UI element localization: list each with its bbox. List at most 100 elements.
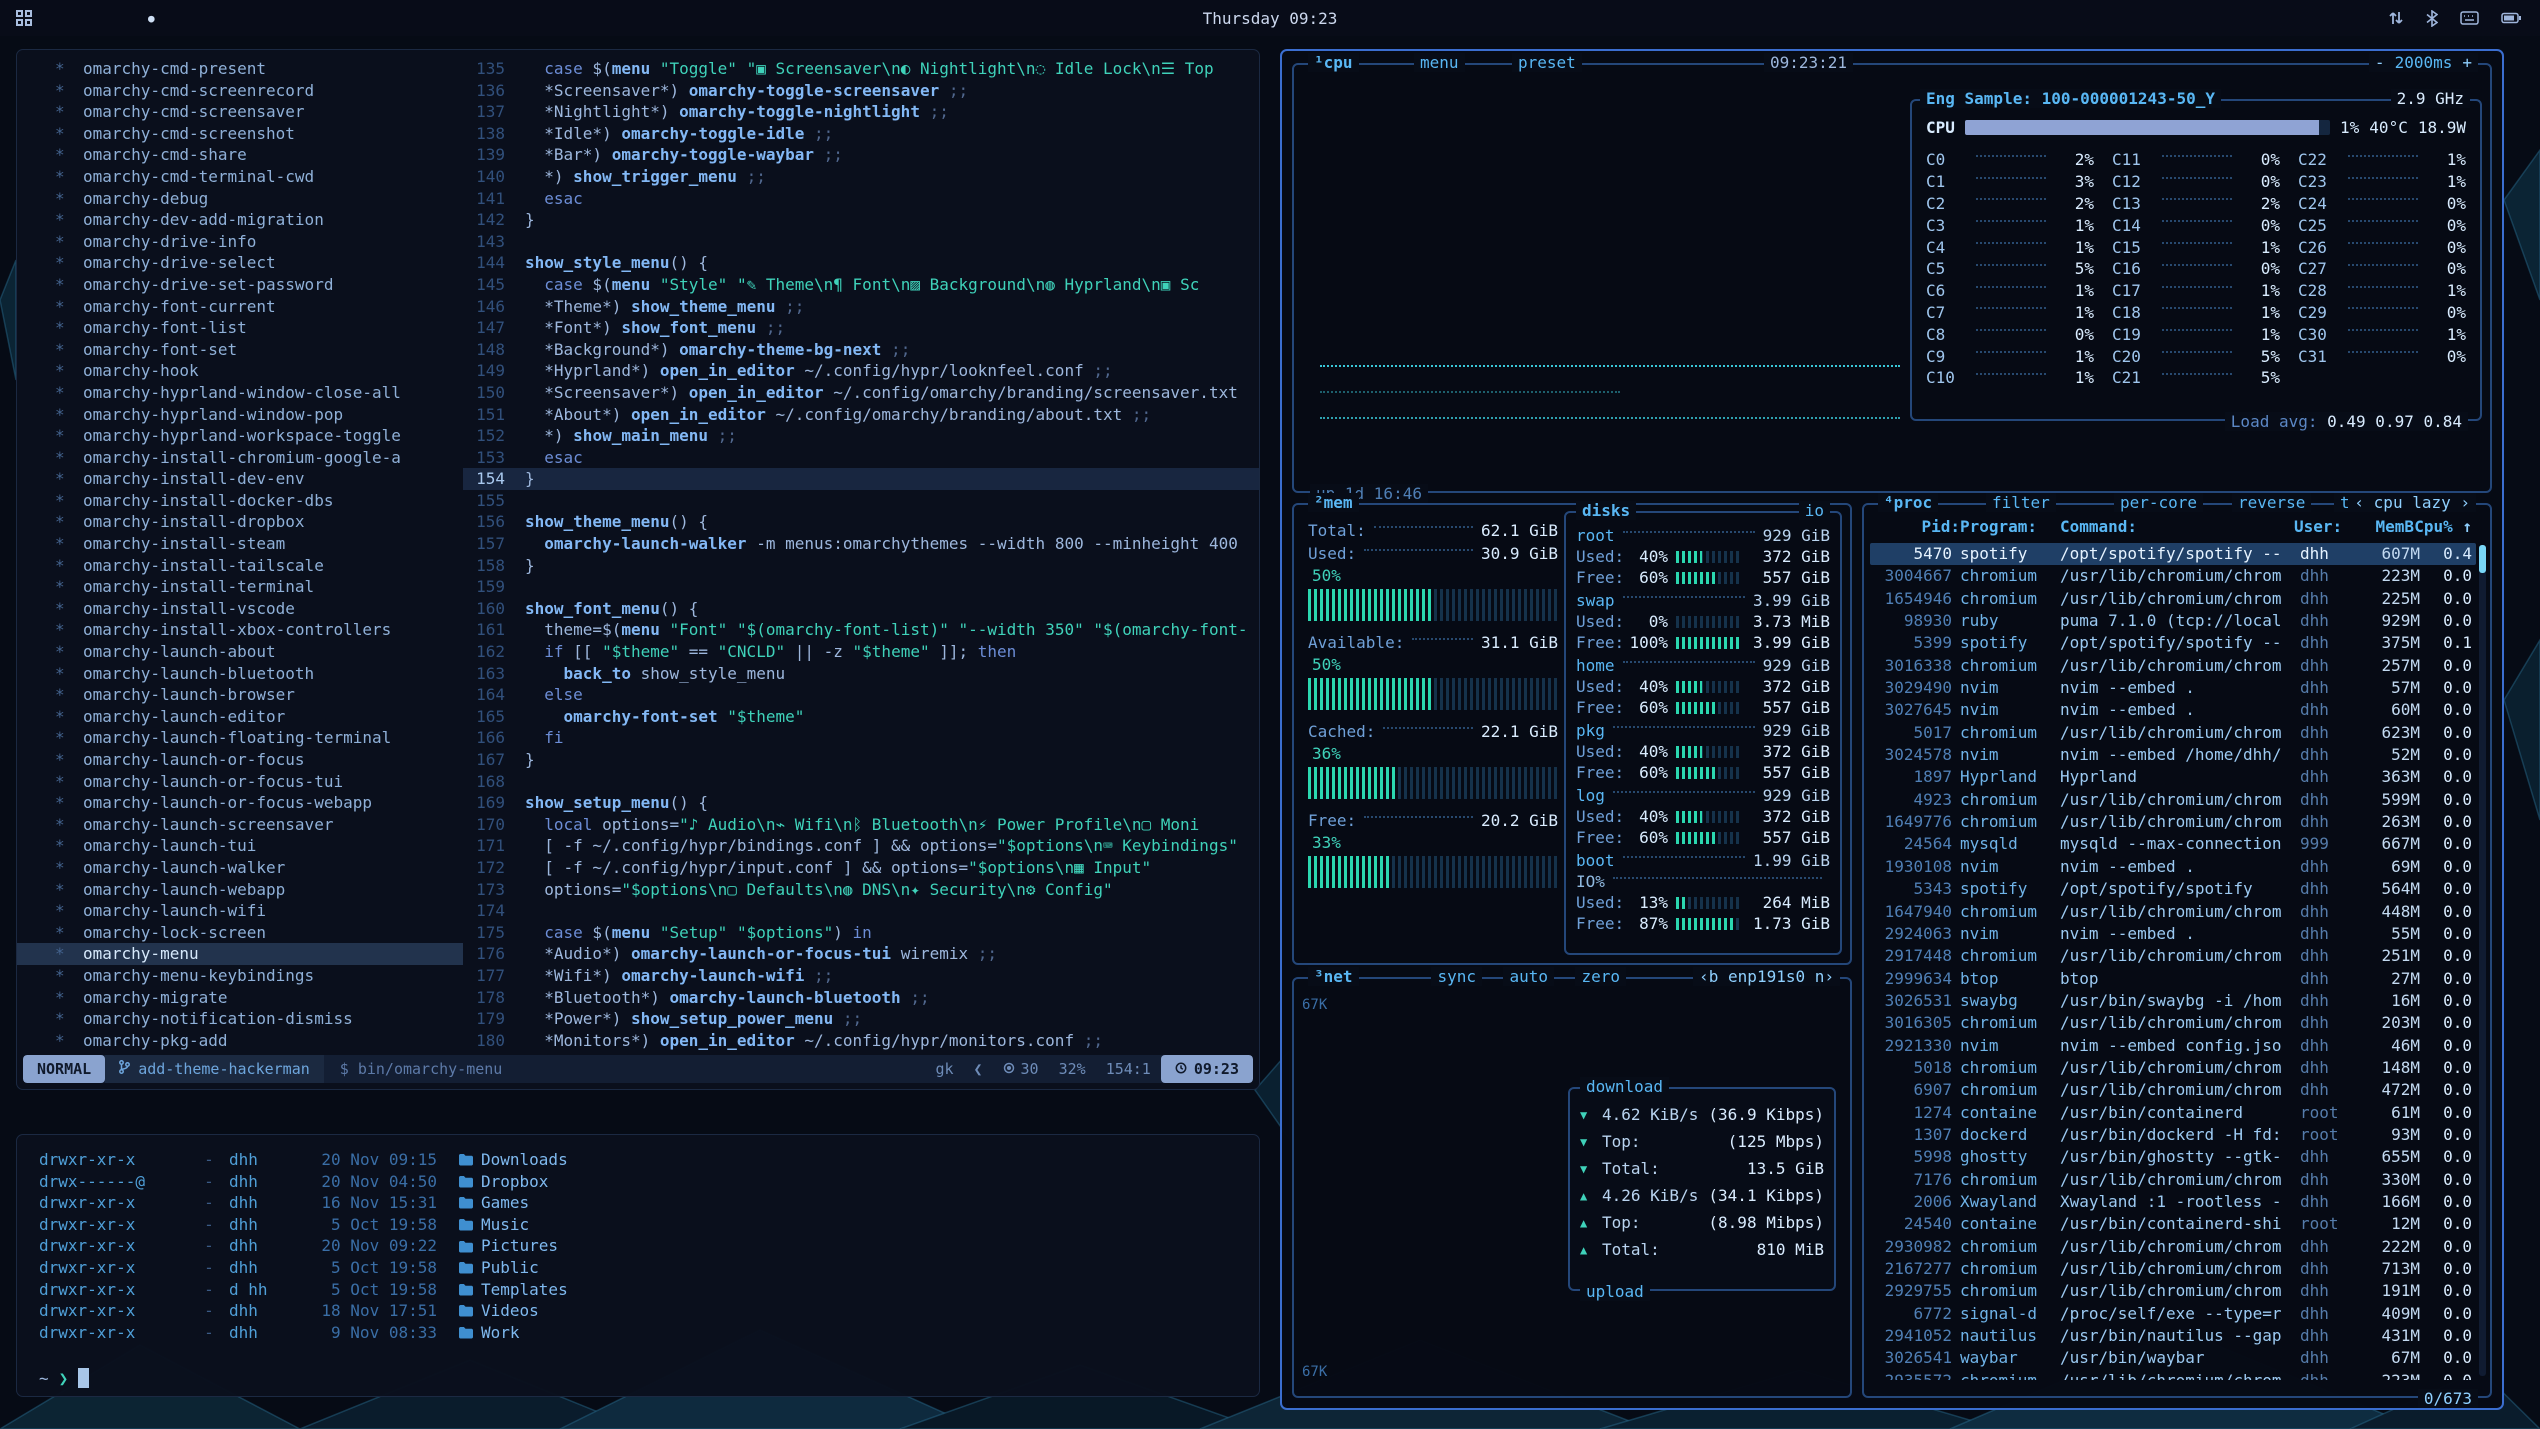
file-item[interactable]: * omarchy-cmd-screenshot (17, 123, 463, 145)
file-item[interactable]: * omarchy-install-dropbox (17, 511, 463, 533)
file-item[interactable]: * omarchy-notification-dismiss (17, 1008, 463, 1030)
file-item[interactable]: * omarchy-install-tailscale (17, 555, 463, 577)
process-scrollbar[interactable] (2479, 545, 2486, 1376)
file-item[interactable]: * omarchy-cmd-share (17, 144, 463, 166)
process-row[interactable]: 1654946 chromium /usr/lib/chromium/chrom… (1870, 588, 2476, 610)
process-row[interactable]: 2917448 chromium /usr/lib/chromium/chrom… (1870, 945, 2476, 967)
process-row[interactable]: 2929755 chromium /usr/lib/chromium/chrom… (1870, 1280, 2476, 1302)
process-row[interactable]: 4923 chromium /usr/lib/chromium/chrom dh… (1870, 789, 2476, 811)
code-line[interactable]: 155 (463, 490, 1259, 512)
code-line[interactable]: 165 omarchy-font-set "$theme" (463, 706, 1259, 728)
process-row[interactable]: 5018 chromium /usr/lib/chromium/chrom dh… (1870, 1057, 2476, 1079)
mem-header[interactable]: MemB (2350, 517, 2414, 537)
code-line[interactable]: 174 (463, 900, 1259, 922)
process-row[interactable]: 3029490 nvim nvim --embed . dhh 57M 0.0 (1870, 677, 2476, 699)
code-line[interactable]: 138 *Idle*) omarchy-toggle-idle ;; (463, 123, 1259, 145)
file-item[interactable]: * omarchy-pkg-add (17, 1030, 463, 1052)
code-line[interactable]: 157 omarchy-launch-walker -m menus:omarc… (463, 533, 1259, 555)
code-line[interactable]: 170 local options="♪ Audio\n⌁ Wifi\nᛒ Bl… (463, 814, 1259, 836)
file-item[interactable]: * omarchy-launch-editor (17, 706, 463, 728)
disks-title[interactable]: disks (1576, 501, 1636, 520)
process-row[interactable]: 1649776 chromium /usr/lib/chromium/chrom… (1870, 811, 2476, 833)
file-item[interactable]: * omarchy-dev-add-migration (17, 209, 463, 231)
terminal-window[interactable]: drwxr-xr-x - dhh 20 Nov 09:15 Downloads … (16, 1134, 1260, 1397)
code-line[interactable]: 159 (463, 576, 1259, 598)
code-line[interactable]: 180 *Monitors*) open_in_editor ~/.config… (463, 1030, 1259, 1052)
code-line[interactable]: 154 } (463, 468, 1259, 490)
user-header[interactable]: User: (2294, 517, 2350, 537)
process-row[interactable]: 3024578 nvim nvim --embed /home/dhh/ dhh… (1870, 744, 2476, 766)
code-line[interactable]: 172 [ -f ~/.config/hypr/input.conf ] && … (463, 857, 1259, 879)
process-row[interactable]: 2167277 chromium /usr/lib/chromium/chrom… (1870, 1258, 2476, 1280)
code-line[interactable]: 176 *Audio*) omarchy-launch-or-focus-tui… (463, 943, 1259, 965)
process-row[interactable]: 3004667 chromium /usr/lib/chromium/chrom… (1870, 565, 2476, 587)
process-row[interactable]: 24564 mysqld mysqld --max-connection 999… (1870, 833, 2476, 855)
process-row[interactable]: 1930108 nvim nvim --embed . dhh 69M 0.0 (1870, 856, 2476, 878)
code-line[interactable]: 145 case $(menu "Style" "✎ Theme\n¶ Font… (463, 274, 1259, 296)
proc-sort-mode[interactable]: ‹ cpu lazy › (2348, 493, 2476, 512)
net-sync-toggle[interactable]: sync (1431, 967, 1482, 986)
proc-per-core-toggle[interactable]: per-core (2114, 493, 2203, 512)
process-row[interactable]: 2924063 nvim nvim --embed . dhh 55M 0.0 (1870, 923, 2476, 945)
process-row[interactable]: 5017 chromium /usr/lib/chromium/chrom dh… (1870, 722, 2476, 744)
file-item[interactable]: * omarchy-launch-wifi (17, 900, 463, 922)
file-item[interactable]: * omarchy-install-vscode (17, 598, 463, 620)
process-row[interactable]: 5399 spotify /opt/spotify/spotify -- dhh… (1870, 632, 2476, 654)
code-line[interactable]: 158 } (463, 555, 1259, 577)
code-line[interactable]: 139 *Bar*) omarchy-toggle-waybar ;; (463, 144, 1259, 166)
preset-button[interactable]: preset (1512, 53, 1582, 72)
code-line[interactable]: 168 (463, 771, 1259, 793)
code-line[interactable]: 143 (463, 231, 1259, 253)
code-line[interactable]: 160 show_font_menu() { (463, 598, 1259, 620)
code-line[interactable]: 153 esac (463, 447, 1259, 469)
code-line[interactable]: 177 *Wifi*) omarchy-launch-wifi ;; (463, 965, 1259, 987)
file-item[interactable]: * omarchy-launch-or-focus (17, 749, 463, 771)
scrollbar-thumb[interactable] (2479, 545, 2486, 573)
file-item[interactable]: * omarchy-launch-or-focus-tui (17, 771, 463, 793)
code-line[interactable]: 164 else (463, 684, 1259, 706)
code-editor[interactable]: 135 case $(menu "Toggle" "▣ Screensaver\… (463, 58, 1259, 1053)
code-line[interactable]: 152 *) show_main_menu ;; (463, 425, 1259, 447)
process-row[interactable]: 2941052 nautilus /usr/bin/nautilus --gap… (1870, 1325, 2476, 1347)
code-line[interactable]: 147 *Font*) show_font_menu ;; (463, 317, 1259, 339)
code-line[interactable]: 161 theme=$(menu "Font" "$(omarchy-font-… (463, 619, 1259, 641)
program-header[interactable]: Program: (1960, 517, 2060, 537)
file-item[interactable]: * omarchy-install-docker-dbs (17, 490, 463, 512)
pid-header[interactable]: Pid: (1876, 517, 1960, 537)
process-row[interactable]: 24540 containe /usr/bin/containerd-shi r… (1870, 1213, 2476, 1235)
code-line[interactable]: 171 [ -f ~/.config/hypr/bindings.conf ] … (463, 835, 1259, 857)
file-item[interactable]: * omarchy-launch-bluetooth (17, 663, 463, 685)
file-item[interactable]: * omarchy-hook (17, 360, 463, 382)
clock[interactable]: Thursday 09:23 (0, 9, 2540, 28)
process-row[interactable]: 6907 chromium /usr/lib/chromium/chrom dh… (1870, 1079, 2476, 1101)
code-line[interactable]: 146 *Theme*) show_theme_menu ;; (463, 296, 1259, 318)
file-item[interactable]: * omarchy-lock-screen (17, 922, 463, 944)
code-line[interactable]: 141 esac (463, 188, 1259, 210)
menu-button[interactable]: menu (1414, 53, 1465, 72)
process-row[interactable]: 2930982 chromium /usr/lib/chromium/chrom… (1870, 1236, 2476, 1258)
process-row[interactable]: 3016305 chromium /usr/lib/chromium/chrom… (1870, 1012, 2476, 1034)
file-item[interactable]: * omarchy-menu (17, 943, 463, 965)
cpu-header[interactable]: Cpu% ↑ (2414, 517, 2472, 537)
process-row[interactable]: 3026531 swaybg /usr/bin/swaybg -i /hom d… (1870, 990, 2476, 1012)
file-item[interactable]: * omarchy-launch-about (17, 641, 463, 663)
code-line[interactable]: 151 *About*) open_in_editor ~/.config/om… (463, 404, 1259, 426)
code-line[interactable]: 167 } (463, 749, 1259, 771)
file-item[interactable]: * omarchy-debug (17, 188, 463, 210)
code-line[interactable]: 179 *Power*) show_setup_power_menu ;; (463, 1008, 1259, 1030)
command-header[interactable]: Command: (2060, 517, 2294, 537)
file-item[interactable]: * omarchy-install-terminal (17, 576, 463, 598)
file-item[interactable]: * omarchy-cmd-screensaver (17, 101, 463, 123)
process-row[interactable]: 5343 spotify /opt/spotify/spotify dhh 56… (1870, 878, 2476, 900)
file-item[interactable]: * omarchy-menu-keybindings (17, 965, 463, 987)
net-auto-toggle[interactable]: auto (1503, 967, 1554, 986)
file-item[interactable]: * omarchy-cmd-terminal-cwd (17, 166, 463, 188)
file-item[interactable]: * omarchy-install-chromium-google-a (17, 447, 463, 469)
process-row[interactable]: 2999634 btop btop dhh 27M 0.0 (1870, 968, 2476, 990)
process-row[interactable]: 3027645 nvim nvim --embed . dhh 60M 0.0 (1870, 699, 2476, 721)
process-row[interactable]: 98930 ruby puma 7.1.0 (tcp://local dhh 9… (1870, 610, 2476, 632)
file-item[interactable]: * omarchy-launch-or-focus-webapp (17, 792, 463, 814)
process-row[interactable]: 1647940 chromium /usr/lib/chromium/chrom… (1870, 901, 2476, 923)
io-tab[interactable]: io (1799, 501, 1830, 520)
file-item[interactable]: * omarchy-drive-info (17, 231, 463, 253)
